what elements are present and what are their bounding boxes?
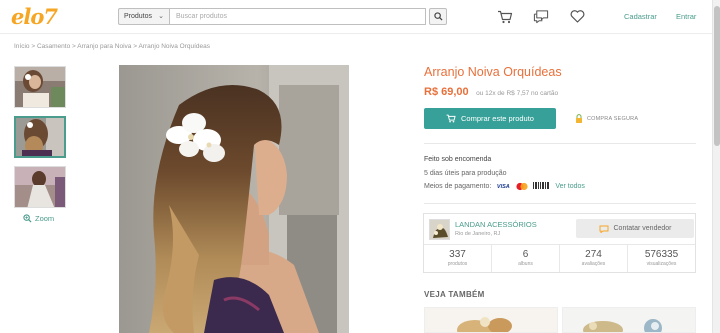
see-all-payments-link[interactable]: Ver todos (555, 183, 585, 190)
stat-products[interactable]: 337 produtos (424, 245, 492, 272)
seller-stats: 337 produtos 6 albuns 274 avaliações 576… (424, 244, 695, 272)
buy-button[interactable]: Comprar este produto (424, 108, 556, 129)
product-title: Arranjo Noiva Orquídeas (424, 65, 562, 79)
related-product-1[interactable] (424, 307, 558, 333)
category-select-label: Produtos (124, 13, 153, 20)
search-icon (433, 12, 443, 21)
category-select[interactable]: Produtos ⌄ (118, 8, 169, 25)
price-row: R$ 69,00 ou 12x de R$ 7,57 no cartão (424, 82, 558, 100)
search-button[interactable] (429, 8, 447, 25)
chevron-down-icon: ⌄ (158, 13, 164, 20)
seller-location: Rio de Janeiro, RJ (455, 231, 501, 237)
product-photo (119, 65, 349, 333)
signup-link[interactable]: Cadastrar (624, 12, 657, 21)
chat-icon (599, 225, 608, 233)
payment-methods-row: Meios de pagamento: VISA Ver todos (424, 182, 585, 191)
buy-button-label: Comprar este produto (461, 114, 534, 123)
contact-seller-label: Contatar vendedor (613, 225, 672, 232)
messages-icon[interactable] (533, 9, 549, 24)
divider (424, 203, 696, 204)
thumbnail-2-photo (16, 118, 64, 156)
thumbnail-1[interactable] (14, 66, 66, 108)
stat-value: 6 (522, 249, 529, 260)
search-input[interactable]: Buscar produtos (169, 8, 426, 25)
scrollbar-thumb[interactable] (714, 6, 720, 146)
seller-card: LANDAN ACESSÓRIOS Rio de Janeiro, RJ Con… (423, 213, 696, 273)
cart-icon[interactable] (497, 9, 513, 24)
stat-label: visualizações (646, 261, 677, 267)
zoom-icon (23, 214, 32, 223)
thumbnail-3[interactable] (14, 166, 66, 208)
installments-text: ou 12x de R$ 7,57 no cartão (476, 90, 559, 97)
zoom-button[interactable]: Zoom (23, 214, 54, 223)
scrollbar[interactable] (712, 0, 720, 333)
secure-label: COMPRA SEGURA (587, 115, 639, 122)
see-also-heading: VEJA TAMBÉM (424, 290, 485, 299)
heart-icon[interactable] (569, 9, 585, 24)
related-product-1-photo (425, 308, 557, 332)
stat-label: albuns (518, 261, 533, 267)
thumbnail-2[interactable] (14, 116, 66, 158)
elo7-logo[interactable]: elo7 (11, 4, 58, 29)
cart-icon (446, 114, 456, 123)
stat-reviews[interactable]: 274 avaliações (560, 245, 628, 272)
site-header: elo7 Produtos ⌄ Buscar produtos Cadastra… (0, 0, 712, 34)
stat-albums[interactable]: 6 albuns (492, 245, 560, 272)
stat-views: 576335 visualizações (628, 245, 695, 272)
thumbnail-3-photo (15, 167, 65, 207)
payment-label: Meios de pagamento: (424, 183, 492, 190)
related-product-2-photo (563, 308, 695, 332)
stat-value: 576335 (644, 249, 679, 260)
seller-name[interactable]: LANDAN ACESSÓRIOS (455, 220, 537, 229)
production-time: 5 dias úteis para produção (424, 170, 507, 177)
mastercard-icon (515, 182, 529, 191)
thumbnail-1-photo (15, 67, 65, 107)
zoom-label: Zoom (35, 214, 55, 223)
boleto-icon (533, 182, 550, 191)
stat-value: 274 (585, 249, 602, 260)
made-to-order: Feito sob encomenda (424, 156, 492, 163)
divider (424, 143, 696, 144)
login-link[interactable]: Entrar (676, 12, 696, 21)
breadcrumb[interactable]: Início > Casamento > Arranjo para Noiva … (14, 43, 210, 50)
product-price: R$ 69,00 (424, 86, 469, 98)
secure-purchase: COMPRA SEGURA (575, 114, 638, 123)
stat-value: 337 (449, 249, 466, 260)
lock-icon (576, 114, 582, 123)
stat-label: produtos (447, 261, 468, 267)
visa-icon: VISA (496, 183, 510, 190)
related-product-2[interactable] (562, 307, 696, 333)
stat-label: avaliações (581, 261, 606, 267)
seller-avatar[interactable] (429, 219, 450, 240)
main-product-image[interactable] (119, 65, 349, 333)
contact-seller-button[interactable]: Contatar vendedor (576, 219, 694, 238)
